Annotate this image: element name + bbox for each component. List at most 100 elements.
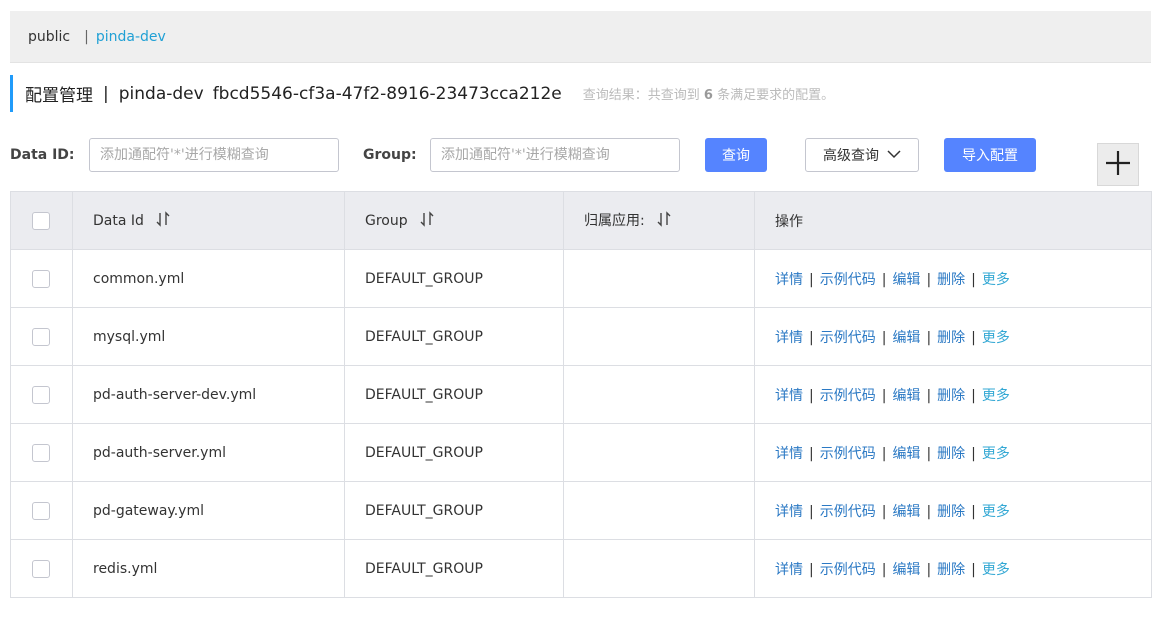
- edit-link[interactable]: 编辑: [892, 272, 920, 288]
- row-checkbox[interactable]: [32, 385, 50, 404]
- sample-code-link[interactable]: 示例代码: [820, 388, 876, 404]
- group-cell: DEFAULT_GROUP: [344, 249, 564, 308]
- header-group-label: Group: [365, 212, 408, 229]
- header-data-id[interactable]: Data Id: [72, 191, 345, 250]
- plus-icon: [1105, 150, 1131, 180]
- header-ops-label: 操作: [775, 213, 803, 230]
- sort-icon[interactable]: [657, 211, 671, 231]
- app-cell: [563, 539, 755, 598]
- detail-link[interactable]: 详情: [775, 330, 803, 346]
- row-select-cell: [10, 539, 73, 598]
- delete-link[interactable]: 删除: [937, 388, 965, 404]
- detail-link[interactable]: 详情: [775, 562, 803, 578]
- data-id-cell: common.yml: [72, 249, 345, 308]
- more-link[interactable]: 更多: [982, 504, 1010, 520]
- row-select-cell: [10, 307, 73, 366]
- table-row: pd-gateway.yml DEFAULT_GROUP 详情 | 示例代码 | 编辑 |…: [10, 481, 1152, 540]
- edit-link[interactable]: 编辑: [892, 562, 920, 578]
- data-id-label: Data ID:: [10, 147, 75, 163]
- more-link[interactable]: 更多: [982, 562, 1010, 578]
- data-id-cell: pd-auth-server-dev.yml: [72, 365, 345, 424]
- edit-link[interactable]: 编辑: [892, 446, 920, 462]
- select-all-checkbox[interactable]: [32, 211, 50, 230]
- data-id-cell: pd-auth-server.yml: [72, 423, 345, 482]
- group-label: Group:: [363, 147, 417, 163]
- page-title-text: 配置管理: [25, 86, 93, 106]
- app-cell: [563, 423, 755, 482]
- more-link[interactable]: 更多: [982, 388, 1010, 404]
- header-group[interactable]: Group: [344, 191, 564, 250]
- ops-cell: 详情 | 示例代码 | 编辑 | 删除 | 更多: [754, 307, 1152, 366]
- delete-link[interactable]: 删除: [937, 446, 965, 462]
- row-select-cell: [10, 481, 73, 540]
- header-app[interactable]: 归属应用:: [563, 191, 755, 250]
- edit-link[interactable]: 编辑: [892, 330, 920, 346]
- data-id-input[interactable]: [89, 138, 339, 172]
- delete-link[interactable]: 删除: [937, 272, 965, 288]
- search-bar: Data ID: Group: 查询 高级查询 导入配置: [10, 138, 1151, 188]
- page-title: 配置管理 | pinda-dev fbcd5546-cf3a-47f2-8916…: [10, 75, 834, 112]
- row-select-cell: [10, 365, 73, 424]
- more-link[interactable]: 更多: [982, 330, 1010, 346]
- row-checkbox[interactable]: [32, 559, 50, 578]
- header-data-id-label: Data Id: [93, 212, 144, 229]
- chevron-down-icon: [887, 147, 901, 163]
- row-select-cell: [10, 249, 73, 308]
- result-prefix: 查询结果：共查询到: [582, 88, 700, 103]
- table-row: redis.yml DEFAULT_GROUP 详情 | 示例代码 | 编辑 | 删除 | 更多: [10, 539, 1152, 598]
- namespace-separator: |: [84, 28, 89, 45]
- header-app-label: 归属应用:: [584, 213, 645, 229]
- row-checkbox[interactable]: [32, 501, 50, 520]
- more-link[interactable]: 更多: [982, 446, 1010, 462]
- ops-cell: 详情 | 示例代码 | 编辑 | 删除 | 更多: [754, 481, 1152, 540]
- query-result-summary: 查询结果：共查询到 6 条满足要求的配置。: [583, 84, 834, 103]
- ops-cell: 详情 | 示例代码 | 编辑 | 删除 | 更多: [754, 539, 1152, 598]
- sample-code-link[interactable]: 示例代码: [820, 504, 876, 520]
- detail-link[interactable]: 详情: [775, 446, 803, 462]
- result-suffix: 条满足要求的配置。: [717, 88, 835, 103]
- detail-link[interactable]: 详情: [775, 388, 803, 404]
- ops-cell: 详情 | 示例代码 | 编辑 | 删除 | 更多: [754, 249, 1152, 308]
- sort-icon[interactable]: [156, 210, 170, 231]
- title-separator: |: [103, 83, 109, 104]
- group-cell: DEFAULT_GROUP: [344, 307, 564, 366]
- namespace-pinda-dev[interactable]: pinda-dev: [96, 29, 166, 45]
- advanced-query-button[interactable]: 高级查询: [805, 138, 919, 172]
- sample-code-link[interactable]: 示例代码: [820, 272, 876, 288]
- sample-code-link[interactable]: 示例代码: [820, 330, 876, 346]
- import-config-button[interactable]: 导入配置: [944, 138, 1036, 172]
- detail-link[interactable]: 详情: [775, 272, 803, 288]
- advanced-query-label: 高级查询: [823, 148, 879, 164]
- sort-icon[interactable]: [420, 210, 434, 231]
- header-select-cell: [10, 191, 73, 250]
- delete-link[interactable]: 删除: [937, 330, 965, 346]
- ops-cell: 详情 | 示例代码 | 编辑 | 删除 | 更多: [754, 365, 1152, 424]
- detail-link[interactable]: 详情: [775, 504, 803, 520]
- group-input[interactable]: [430, 138, 680, 172]
- app-cell: [563, 249, 755, 308]
- delete-link[interactable]: 删除: [937, 504, 965, 520]
- app-cell: [563, 307, 755, 366]
- delete-link[interactable]: 删除: [937, 562, 965, 578]
- title-namespace-id: fbcd5546-cf3a-47f2-8916-23473cca212e: [212, 83, 562, 104]
- row-checkbox[interactable]: [32, 269, 50, 288]
- query-button[interactable]: 查询: [705, 138, 767, 172]
- group-cell: DEFAULT_GROUP: [344, 539, 564, 598]
- edit-link[interactable]: 编辑: [892, 504, 920, 520]
- sample-code-link[interactable]: 示例代码: [820, 562, 876, 578]
- app-cell: [563, 481, 755, 540]
- edit-link[interactable]: 编辑: [892, 388, 920, 404]
- data-id-cell: pd-gateway.yml: [72, 481, 345, 540]
- row-checkbox[interactable]: [32, 327, 50, 346]
- row-checkbox[interactable]: [32, 443, 50, 462]
- sample-code-link[interactable]: 示例代码: [820, 446, 876, 462]
- namespace-public[interactable]: public: [28, 29, 70, 45]
- table-header-row: Data Id Group 归属应用: 操作: [10, 191, 1152, 250]
- table-row: mysql.yml DEFAULT_GROUP 详情 | 示例代码 | 编辑 | 删除 | 更多: [10, 307, 1152, 366]
- config-table: Data Id Group 归属应用: 操作 common.yml DEFAUL…: [10, 191, 1152, 598]
- table-row: pd-auth-server-dev.yml DEFAULT_GROUP 详情 |…: [10, 365, 1152, 424]
- group-cell: DEFAULT_GROUP: [344, 423, 564, 482]
- table-row: pd-auth-server.yml DEFAULT_GROUP 详情 | 示例代码…: [10, 423, 1152, 482]
- more-link[interactable]: 更多: [982, 272, 1010, 288]
- add-config-button[interactable]: [1097, 143, 1139, 186]
